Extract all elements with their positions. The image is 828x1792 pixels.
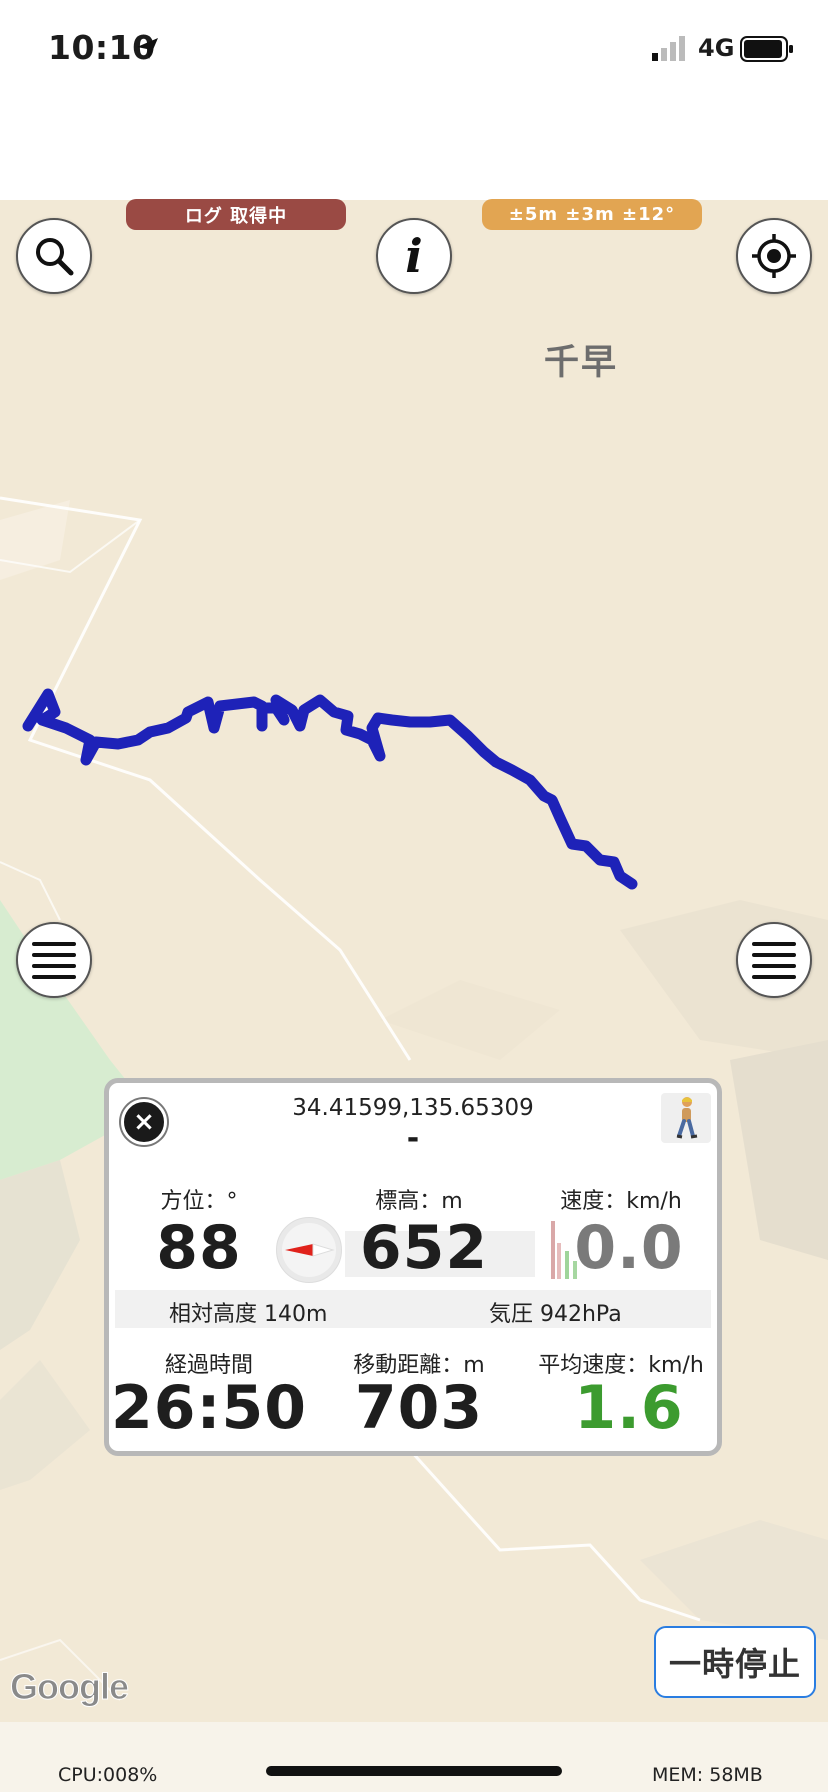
pause-button[interactable]: 一時停止 bbox=[654, 1626, 816, 1698]
menu-icon bbox=[752, 942, 796, 979]
coordinates-text: 34.41599,135.65309 bbox=[292, 1095, 534, 1121]
search-button[interactable] bbox=[16, 218, 92, 294]
elevation-value: 652 bbox=[359, 1213, 489, 1283]
home-indicator[interactable] bbox=[266, 1766, 562, 1776]
pressure-text: 気圧 942hPa bbox=[489, 1302, 622, 1327]
avg-speed-value: 1.6 bbox=[574, 1373, 684, 1443]
search-icon bbox=[36, 238, 74, 276]
relative-height-text: 相対高度 140m bbox=[169, 1302, 328, 1327]
activity-mode-button[interactable] bbox=[661, 1093, 711, 1143]
place-name: - bbox=[406, 1121, 420, 1156]
walking-person-icon bbox=[676, 1097, 698, 1139]
info-icon: i bbox=[405, 229, 423, 283]
network-type: 4G bbox=[698, 34, 735, 62]
map-view[interactable] bbox=[0, 200, 828, 1722]
battery-icon bbox=[740, 36, 793, 62]
right-menu-button[interactable] bbox=[736, 922, 812, 998]
elevation-label: 標高：m bbox=[375, 1189, 463, 1214]
signal-icon bbox=[652, 36, 685, 61]
map-place-label: 千早 bbox=[544, 343, 619, 383]
map-canvas bbox=[0, 496, 828, 1701]
memory-usage: MEM: 58MB bbox=[652, 1764, 763, 1786]
bearing-label: 方位：° bbox=[160, 1189, 238, 1214]
cpu-usage: CPU:008% bbox=[58, 1764, 158, 1786]
locate-button[interactable] bbox=[736, 218, 812, 294]
distance-value: 703 bbox=[354, 1373, 484, 1443]
info-button[interactable]: i bbox=[376, 218, 452, 294]
menu-icon bbox=[32, 942, 76, 979]
left-menu-button[interactable] bbox=[16, 922, 92, 998]
speed-value: 0.0 bbox=[574, 1213, 684, 1283]
bearing-value: 88 bbox=[156, 1213, 242, 1283]
logging-status-badge: ログ 取得中 bbox=[126, 199, 346, 230]
status-bar: 10:10 4G bbox=[0, 0, 828, 200]
speed-label: 速度：km/h bbox=[560, 1189, 682, 1214]
elapsed-time-value: 26:50 bbox=[111, 1373, 307, 1443]
locate-icon bbox=[752, 234, 796, 278]
google-attribution: Google bbox=[10, 1666, 130, 1708]
gps-track bbox=[22, 688, 638, 890]
location-arrow-icon bbox=[137, 38, 158, 59]
accuracy-badge: ±5m ±3m ±12° bbox=[482, 199, 702, 230]
stats-panel: × 34.41599,135.65309 - 方位：° 標高：m 速度：km/h… bbox=[104, 1078, 722, 1456]
